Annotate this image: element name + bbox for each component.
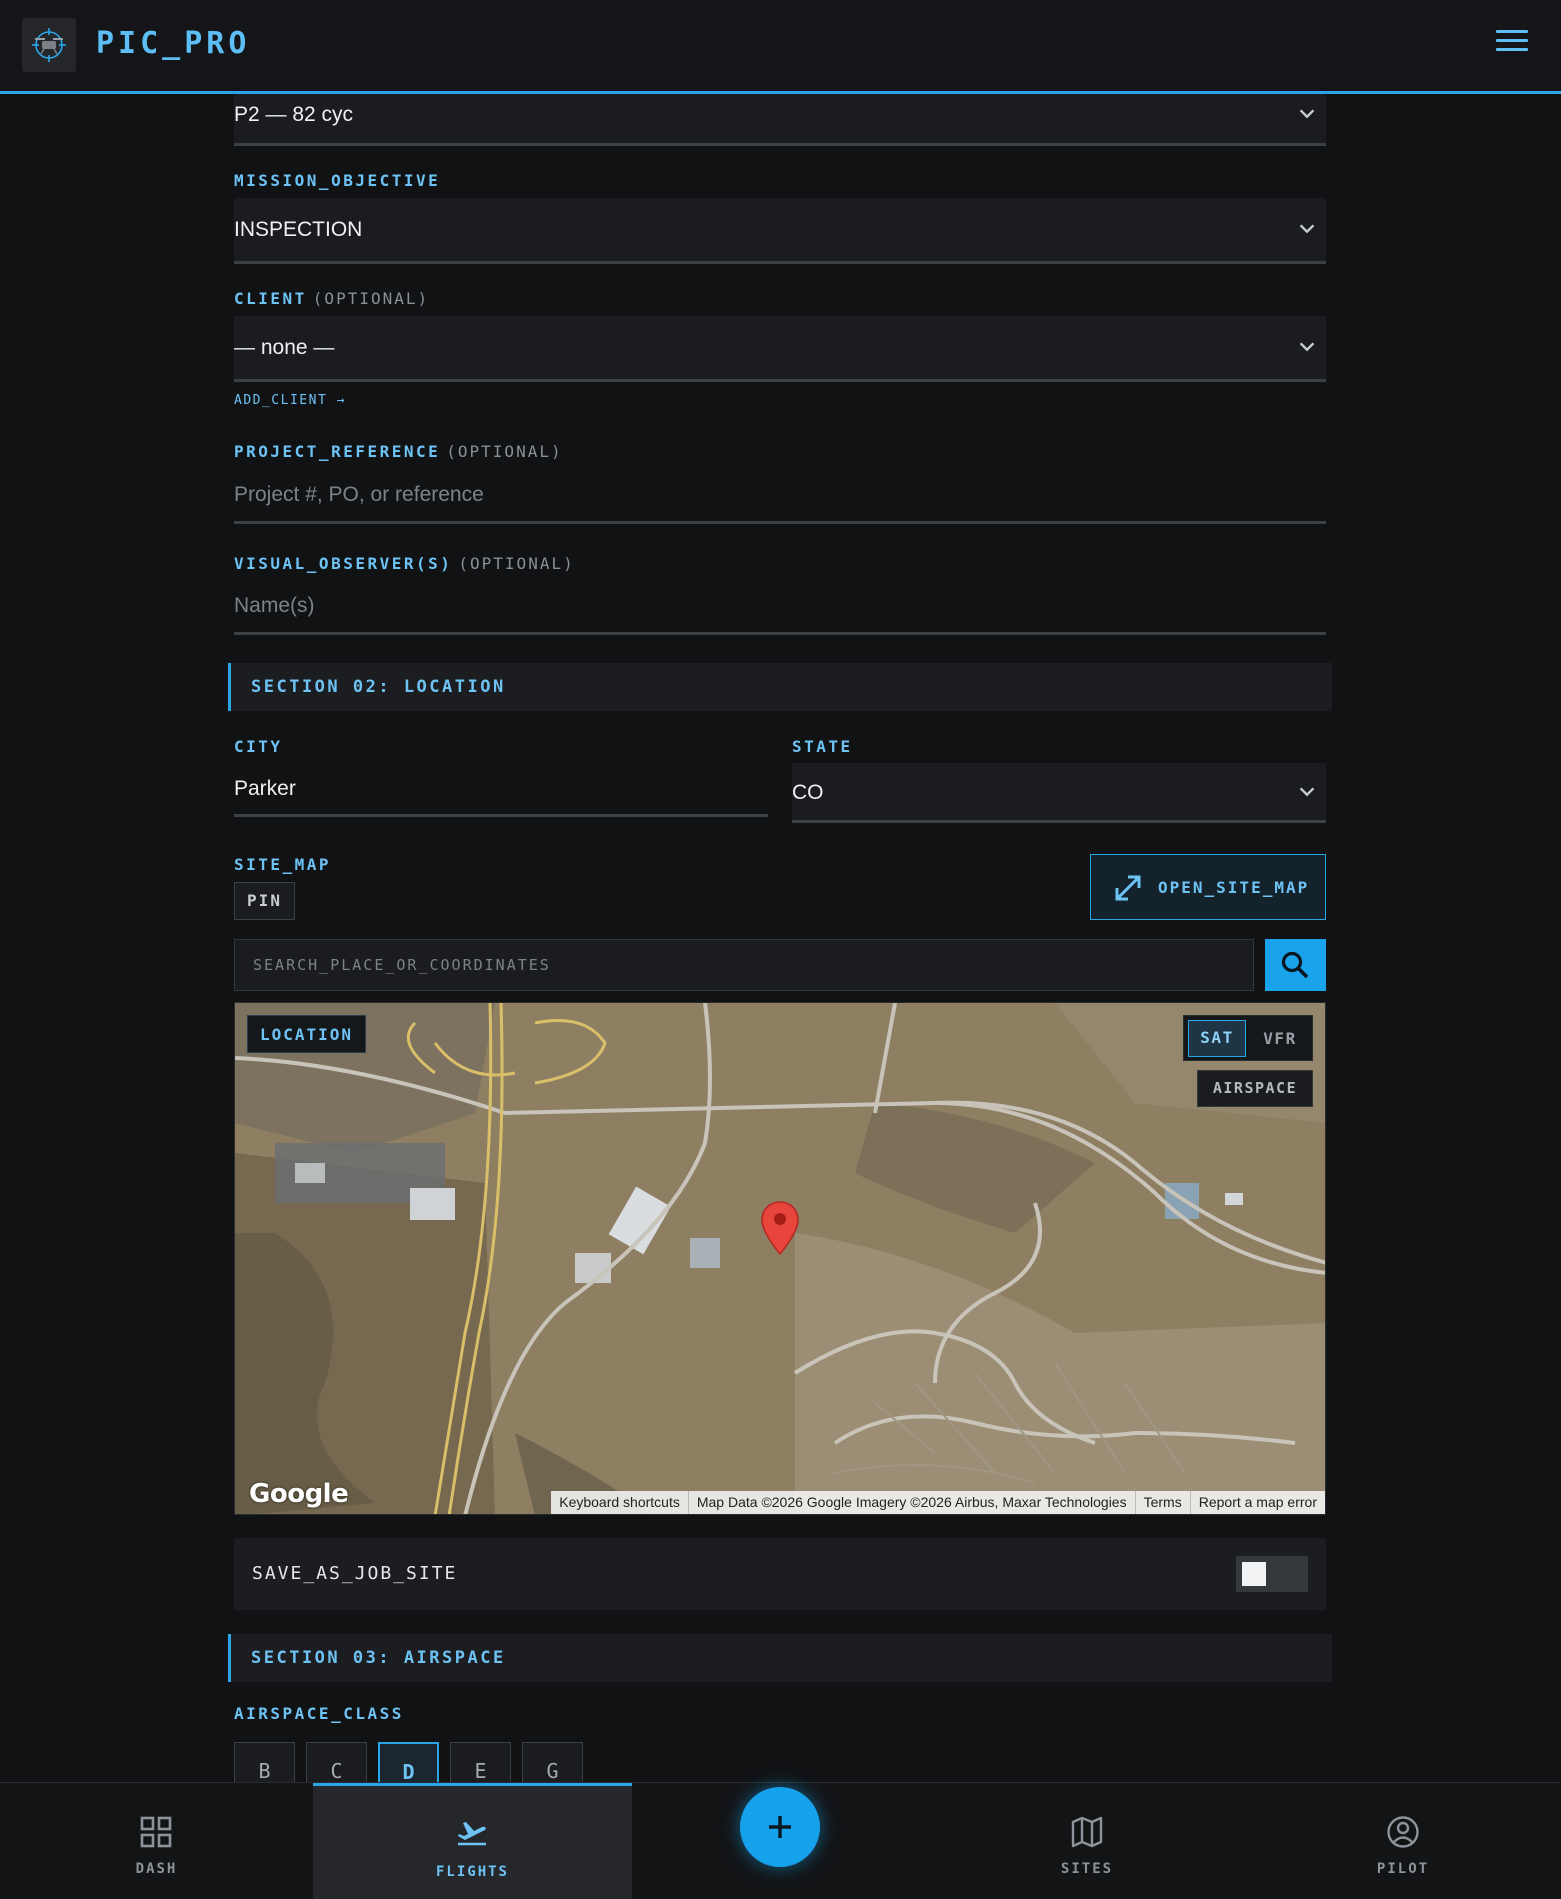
airspace-layer-button[interactable]: AIRSPACE: [1197, 1070, 1313, 1107]
map-search-input[interactable]: [234, 939, 1254, 991]
section-location-header: SECTION 02: LOCATION: [228, 663, 1332, 711]
city-value: Parker: [234, 777, 296, 800]
site-map[interactable]: LOCATION SAT VFR AIRSPACE Google Keyboar…: [234, 1002, 1326, 1515]
map-icon: [1071, 1816, 1103, 1848]
app-header: PIC_PRO: [0, 0, 1561, 94]
client-label: CLIENT (OPTIONAL): [234, 289, 430, 308]
chevron-down-icon: [1299, 342, 1315, 352]
terms-link[interactable]: Terms: [1134, 1491, 1190, 1514]
mission-objective-label: MISSION_OBJECTIVE: [234, 171, 441, 190]
state-select[interactable]: CO: [792, 763, 1326, 823]
hamburger-menu-icon[interactable]: [1496, 30, 1528, 60]
chevron-down-icon: [1299, 224, 1315, 234]
airspace-class-label: AIRSPACE_CLASS: [234, 1704, 404, 1723]
satellite-imagery: [235, 1003, 1325, 1514]
nav-flights[interactable]: FLIGHTS: [313, 1783, 632, 1899]
project-reference-input[interactable]: [234, 468, 1326, 524]
mission-objective-select[interactable]: INSPECTION: [234, 198, 1326, 264]
open-site-map-button[interactable]: OPEN_SITE_MAP: [1090, 854, 1326, 920]
site-map-label: SITE_MAP: [234, 855, 332, 874]
visual-observers-input[interactable]: [234, 579, 1326, 635]
project-reference-label: PROJECT_REFERENCE (OPTIONAL): [234, 442, 563, 461]
state-label: STATE: [792, 737, 853, 756]
city-field[interactable]: Parker: [234, 763, 768, 817]
nav-dash[interactable]: DASH: [0, 1783, 313, 1899]
add-flight-button[interactable]: [740, 1787, 820, 1867]
state-select-value: CO: [792, 781, 824, 804]
chevron-down-icon: [1299, 109, 1315, 119]
user-circle-icon: [1387, 1816, 1419, 1848]
client-select-value: — none —: [234, 336, 335, 359]
map-location-chip: LOCATION: [247, 1015, 367, 1053]
report-map-error-link[interactable]: Report a map error: [1189, 1491, 1325, 1514]
save-as-job-site-row: SAVE_AS_JOB_SITE: [234, 1538, 1326, 1610]
save-as-job-site-label: SAVE_AS_JOB_SITE: [252, 1563, 458, 1584]
app-title: PIC_PRO: [96, 26, 251, 61]
map-attribution: Keyboard shortcuts Map Data ©2026 Google…: [551, 1491, 1325, 1514]
plus-icon: [769, 1816, 791, 1838]
map-data-text: Map Data ©2026 Google Imagery ©2026 Airb…: [687, 1491, 1135, 1514]
layer-sat-button[interactable]: SAT: [1188, 1020, 1246, 1057]
nav-pilot[interactable]: PILOT: [1245, 1783, 1561, 1899]
mission-objective-value: INSPECTION: [234, 218, 363, 241]
save-as-job-site-toggle[interactable]: [1236, 1556, 1308, 1592]
google-logo: Google: [249, 1479, 349, 1509]
city-label: CITY: [234, 737, 283, 756]
plane-takeoff-icon: [458, 1822, 486, 1846]
map-layer-toggle: SAT VFR: [1183, 1015, 1313, 1061]
layer-vfr-button[interactable]: VFR: [1250, 1020, 1310, 1057]
client-select[interactable]: — none —: [234, 316, 1326, 382]
keyboard-shortcuts-link[interactable]: Keyboard shortcuts: [551, 1491, 688, 1514]
chevron-down-icon: [1299, 787, 1315, 797]
add-client-link[interactable]: ADD_CLIENT →: [234, 393, 346, 408]
toggle-knob: [1242, 1562, 1266, 1586]
nav-sites[interactable]: SITES: [929, 1783, 1245, 1899]
drone-logo-icon: [22, 18, 76, 72]
visual-observers-label: VISUAL_OBSERVER(S) (OPTIONAL): [234, 554, 575, 573]
grid-icon: [140, 1816, 172, 1848]
expand-icon: [1115, 875, 1141, 901]
battery-select-value: P2 — 82 cyc: [234, 103, 354, 126]
search-icon: [1281, 951, 1309, 979]
pin-badge: PIN: [234, 882, 295, 920]
map-search-button[interactable]: [1265, 939, 1326, 991]
section-airspace-header: SECTION 03: AIRSPACE: [228, 1634, 1332, 1682]
map-pin-icon[interactable]: [760, 1200, 800, 1256]
